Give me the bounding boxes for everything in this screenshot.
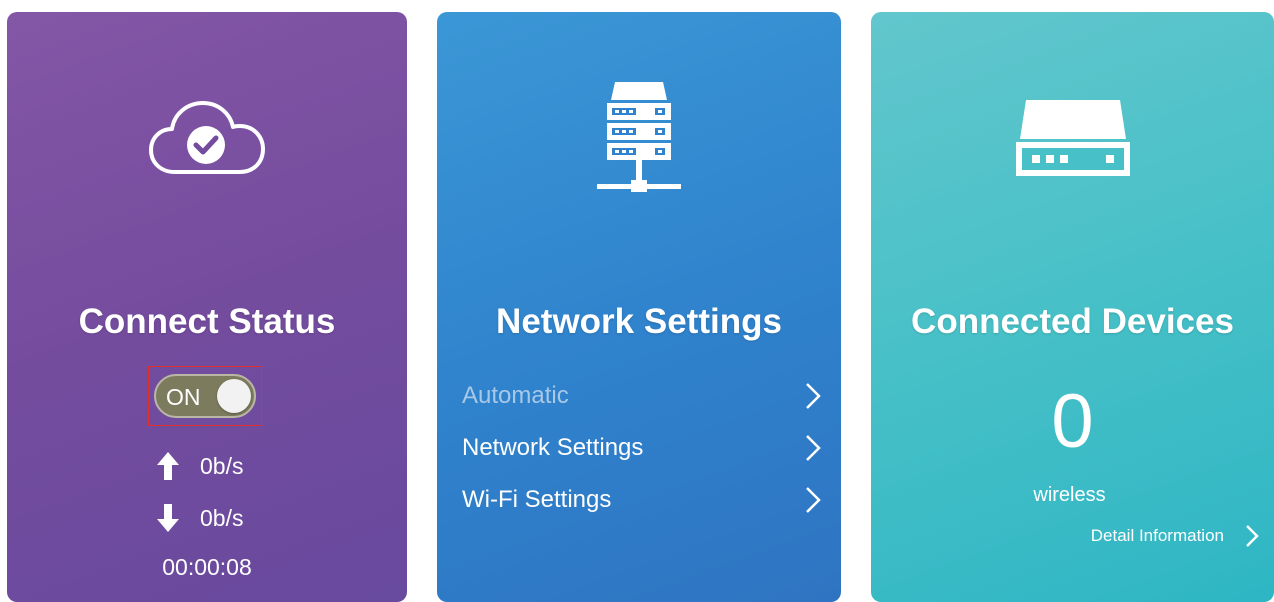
menu-item-automatic[interactable]: Automatic <box>462 379 822 413</box>
network-settings-card: Network Settings Automatic Network Setti… <box>437 12 841 602</box>
arrow-up-icon <box>153 451 183 481</box>
menu-item-network-settings[interactable]: Network Settings <box>462 431 822 465</box>
connection-duration: 00:00:08 <box>162 554 252 580</box>
menu-item-label: Automatic <box>462 382 569 409</box>
device-count: 0 <box>1051 379 1094 464</box>
connected-devices-card: Connected Devices 0 wireless Detail Info… <box>871 12 1274 602</box>
toggle-label: ON <box>166 384 201 410</box>
menu-item-label: Network Settings <box>462 434 644 461</box>
connect-status-card: Connect Status ON 0b/s 0b/s 00:00:08 <box>7 12 407 602</box>
connected-devices-title: Connected Devices <box>911 302 1234 341</box>
server-network-icon <box>437 80 841 202</box>
menu-item-label: Wi-Fi Settings <box>462 486 612 513</box>
connection-toggle-highlight: ON <box>148 366 262 426</box>
chevron-right-icon <box>806 487 821 513</box>
arrow-down-icon <box>153 503 183 533</box>
upload-rate-row: 0b/s <box>153 451 243 481</box>
device-kind-label: wireless <box>1033 484 1106 506</box>
upload-rate: 0b/s <box>200 452 244 479</box>
chevron-right-icon <box>806 435 821 461</box>
network-settings-title: Network Settings <box>496 302 782 341</box>
chevron-right-icon <box>1246 525 1259 547</box>
download-rate: 0b/s <box>200 504 244 531</box>
connect-status-title: Connect Status <box>78 302 336 341</box>
cloud-check-icon <box>7 100 407 176</box>
download-rate-row: 0b/s <box>153 503 243 533</box>
router-icon <box>871 97 1274 181</box>
connection-toggle[interactable]: ON <box>154 374 256 418</box>
detail-information-link[interactable]: Detail Information <box>1091 524 1260 548</box>
detail-information-label: Detail Information <box>1090 526 1224 545</box>
chevron-right-icon <box>806 383 821 409</box>
menu-item-wifi-settings[interactable]: Wi-Fi Settings <box>462 483 822 517</box>
toggle-knob <box>217 379 251 413</box>
